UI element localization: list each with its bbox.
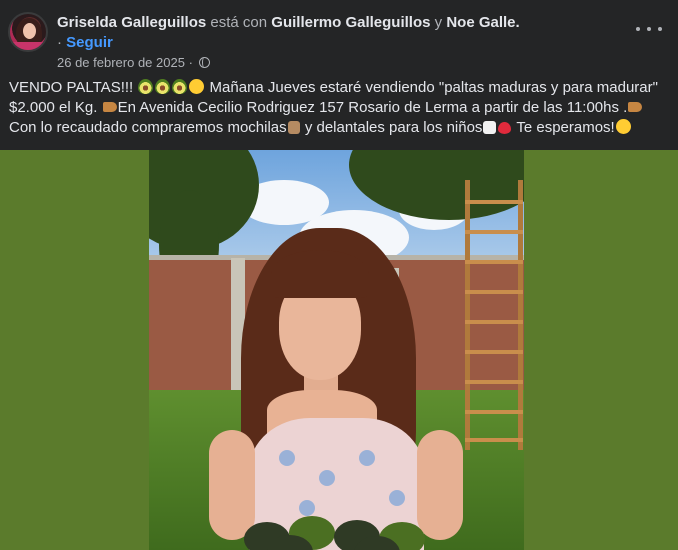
follow-line: · Seguir <box>57 34 113 52</box>
avocado-emoji-icon <box>155 79 171 94</box>
post-text-part-5: y delantales para los niños <box>304 119 483 136</box>
post-title-line: Griselda Galleguillos está con Guillermo… <box>57 14 520 32</box>
post-header: Griselda Galleguillos está con Guillermo… <box>0 0 678 70</box>
and-text: y <box>434 14 443 31</box>
follow-button[interactable]: Seguir <box>66 34 113 51</box>
post-text-part-3: En Avenida Cecilio Rodriguez 157 Rosario… <box>117 99 628 116</box>
pointing-hand-emoji-icon <box>628 102 643 112</box>
avocado-emoji-icon <box>172 79 188 94</box>
post-text-part-1: VENDO PALTAS!!! <box>9 79 134 96</box>
smiling-hearts-emoji-icon <box>615 119 631 134</box>
follow-separator: · <box>57 34 62 51</box>
post-text-part-4: Con lo recaudado compraremos mochilas <box>9 119 287 136</box>
heart-emoji-icon <box>498 122 512 134</box>
post-date[interactable]: 26 de febrero de 2025 <box>57 55 185 70</box>
globe-icon <box>198 57 210 68</box>
with-text: está con <box>210 14 268 31</box>
pointing-hand-emoji-icon <box>102 102 117 112</box>
post-text-part-6: Te esperamos! <box>516 119 615 136</box>
tagged-user-1[interactable]: Guillermo Galleguillos <box>271 14 430 31</box>
post-photo[interactable] <box>149 150 524 550</box>
backpack-emoji-icon <box>287 121 300 134</box>
avocado-emoji-icon <box>138 79 154 94</box>
star-eyes-emoji-icon <box>189 79 205 94</box>
date-separator: · <box>188 55 193 70</box>
author-name[interactable]: Griselda Galleguillos <box>57 14 206 31</box>
post-text: VENDO PALTAS!!! Mañana Jueves estaré ven… <box>9 78 674 138</box>
author-avatar[interactable] <box>8 12 48 52</box>
post-date-line: 26 de febrero de 2025 · <box>57 55 210 71</box>
lab-coat-emoji-icon <box>483 121 497 134</box>
more-options-icon[interactable] <box>636 22 662 36</box>
tagged-user-2[interactable]: Noe Galle. <box>446 14 519 31</box>
